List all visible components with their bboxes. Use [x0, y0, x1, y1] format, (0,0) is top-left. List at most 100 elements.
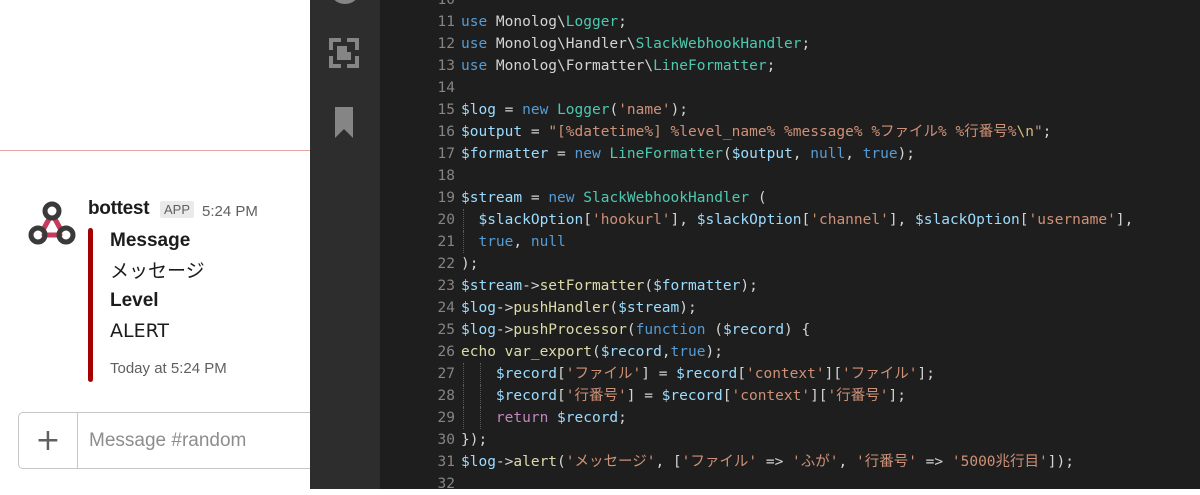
- code-token: $stream: [461, 278, 523, 294]
- code-line[interactable]: 10: [380, 0, 1200, 11]
- code-token: '行番号': [855, 454, 917, 470]
- code-text: use Monolog\Formatter\LineFormatter;: [461, 55, 775, 77]
- code-line[interactable]: 28 $record['行番号'] = $record['context']['…: [380, 385, 1200, 407]
- code-token: (: [609, 300, 619, 316]
- code-token: =>: [916, 454, 952, 470]
- line-number: 16: [437, 124, 455, 140]
- code-area[interactable]: 10 11 use Monolog\Logger; 12 use Monolog\Han…: [380, 0, 1200, 492]
- code-token: $log: [461, 300, 496, 316]
- code-token: ],: [888, 212, 916, 228]
- code-token: $record: [600, 344, 662, 360]
- message-composer: +: [18, 412, 310, 469]
- code-token: ][: [810, 388, 828, 404]
- code-text: $log->pushHandler($stream);: [461, 297, 697, 319]
- line-number: 21: [437, 234, 455, 250]
- activity-bar: [310, 0, 380, 489]
- code-token: 'ふが': [792, 454, 839, 470]
- code-token: Monolog\: [487, 14, 566, 30]
- code-token: '5000兆行目': [951, 454, 1048, 470]
- code-line[interactable]: 17 $formatter = new LineFormatter($output…: [380, 143, 1200, 165]
- code-token: ,: [792, 146, 811, 162]
- code-line[interactable]: 25 $log->pushProcessor(function ($record)…: [380, 319, 1200, 341]
- code-line[interactable]: 11 use Monolog\Logger;: [380, 11, 1200, 33]
- code-line[interactable]: 27 $record['ファイル'] = $record['context'][…: [380, 363, 1200, 385]
- code-token: $record: [495, 388, 558, 404]
- line-number: 32: [437, 476, 455, 492]
- code-token: (: [644, 278, 654, 294]
- account-icon[interactable]: [331, 0, 359, 4]
- code-token: );: [740, 278, 758, 294]
- code-token: ,: [845, 146, 863, 162]
- code-token: use: [461, 14, 488, 30]
- code-token: 'ファイル': [842, 366, 918, 382]
- code-line[interactable]: 20 $slackOption['hookurl'], $slackOption…: [380, 209, 1200, 231]
- code-line[interactable]: 22);: [380, 253, 1200, 275]
- code-token: $slackOption: [915, 212, 1020, 228]
- code-token: (: [626, 322, 636, 338]
- code-token: [: [583, 212, 592, 228]
- code-token: );: [670, 102, 689, 118]
- attachment-fields: Message メッセージ Level ALERT: [110, 229, 205, 349]
- code-text: use Monolog\Handler\SlackWebhookHandler;: [461, 33, 810, 55]
- code-text: $log = new Logger('name');: [461, 99, 688, 121]
- code-line[interactable]: 21 true, null: [380, 231, 1200, 253]
- code-line[interactable]: 18: [380, 165, 1200, 187]
- code-line[interactable]: 12 use Monolog\Handler\SlackWebhookHandle…: [380, 33, 1200, 55]
- code-token: , [: [655, 454, 682, 470]
- code-token: use: [461, 36, 488, 52]
- message-input[interactable]: [89, 413, 309, 468]
- code-line[interactable]: 19 $stream = new SlackWebhookHandler (: [380, 187, 1200, 209]
- message-timestamp[interactable]: 5:24 PM: [202, 203, 258, 220]
- code-token: $slackOption: [478, 212, 584, 228]
- code-line[interactable]: 26 echo var_export($record,true);: [380, 341, 1200, 363]
- code-token: [: [737, 366, 746, 382]
- code-token: '行番号': [565, 388, 627, 404]
- code-token: ,: [838, 454, 856, 470]
- code-text: $record['行番号'] = $record['context']['行番号…: [461, 385, 906, 407]
- line-number: 11: [437, 14, 455, 30]
- code-token: pushHandler: [513, 300, 610, 316]
- code-token: [: [1019, 212, 1029, 228]
- code-token: new: [548, 190, 575, 206]
- code-token: [: [801, 212, 811, 228]
- line-number: 19: [437, 190, 455, 206]
- bookmark-icon[interactable]: [328, 105, 360, 141]
- code-line[interactable]: 13 use Monolog\Formatter\LineFormatter;: [380, 55, 1200, 77]
- code-token: ][: [824, 366, 843, 382]
- bot-name[interactable]: bottest: [88, 198, 150, 220]
- code-token: 'username': [1028, 212, 1116, 228]
- add-attachment-button[interactable]: +: [19, 413, 78, 468]
- code-token: $record: [495, 366, 558, 382]
- code-line[interactable]: 31 $log->alert('メッセージ', ['ファイル' => 'ふが', …: [380, 451, 1200, 473]
- code-line[interactable]: 29 return $record;: [380, 407, 1200, 429]
- code-line[interactable]: 15 $log = new Logger('name');: [380, 99, 1200, 121]
- code-token: (: [609, 102, 619, 118]
- code-token: (: [749, 190, 767, 206]
- code-line[interactable]: 23 $stream->setFormatter($formatter);: [380, 275, 1200, 297]
- line-number: 12: [437, 36, 455, 52]
- code-text: $log->pushProcessor(function ($record) {: [461, 319, 810, 341]
- code-token: $stream: [461, 190, 523, 206]
- code-line[interactable]: 14: [380, 77, 1200, 99]
- code-line[interactable]: 24 $log->pushHandler($stream);: [380, 297, 1200, 319]
- code-line[interactable]: 16 $output = "[%datetime%] %level_name% %…: [380, 121, 1200, 143]
- line-number: 14: [437, 80, 455, 96]
- code-token: =: [522, 190, 549, 206]
- code-token: $formatter: [461, 146, 549, 162]
- code-token: 'context': [746, 366, 825, 382]
- code-text: });: [461, 429, 487, 451]
- webhook-icon[interactable]: [26, 199, 78, 247]
- slack-pane: bottest APP 5:24 PM Message メッセージ Level …: [0, 0, 310, 489]
- code-token: "[%datetime%] %level_name% %message% %ファ…: [548, 124, 1017, 140]
- attachment-footer: Today at 5:24 PM: [110, 360, 227, 377]
- attachment-color-bar: [88, 228, 93, 382]
- code-token: $record: [676, 366, 738, 382]
- extensions-icon[interactable]: [328, 37, 360, 69]
- line-number: 25: [437, 322, 455, 338]
- code-line[interactable]: 30});: [380, 429, 1200, 451]
- code-line[interactable]: 32: [380, 473, 1200, 495]
- code-token: ;: [618, 410, 627, 426]
- code-token: ->: [495, 454, 514, 470]
